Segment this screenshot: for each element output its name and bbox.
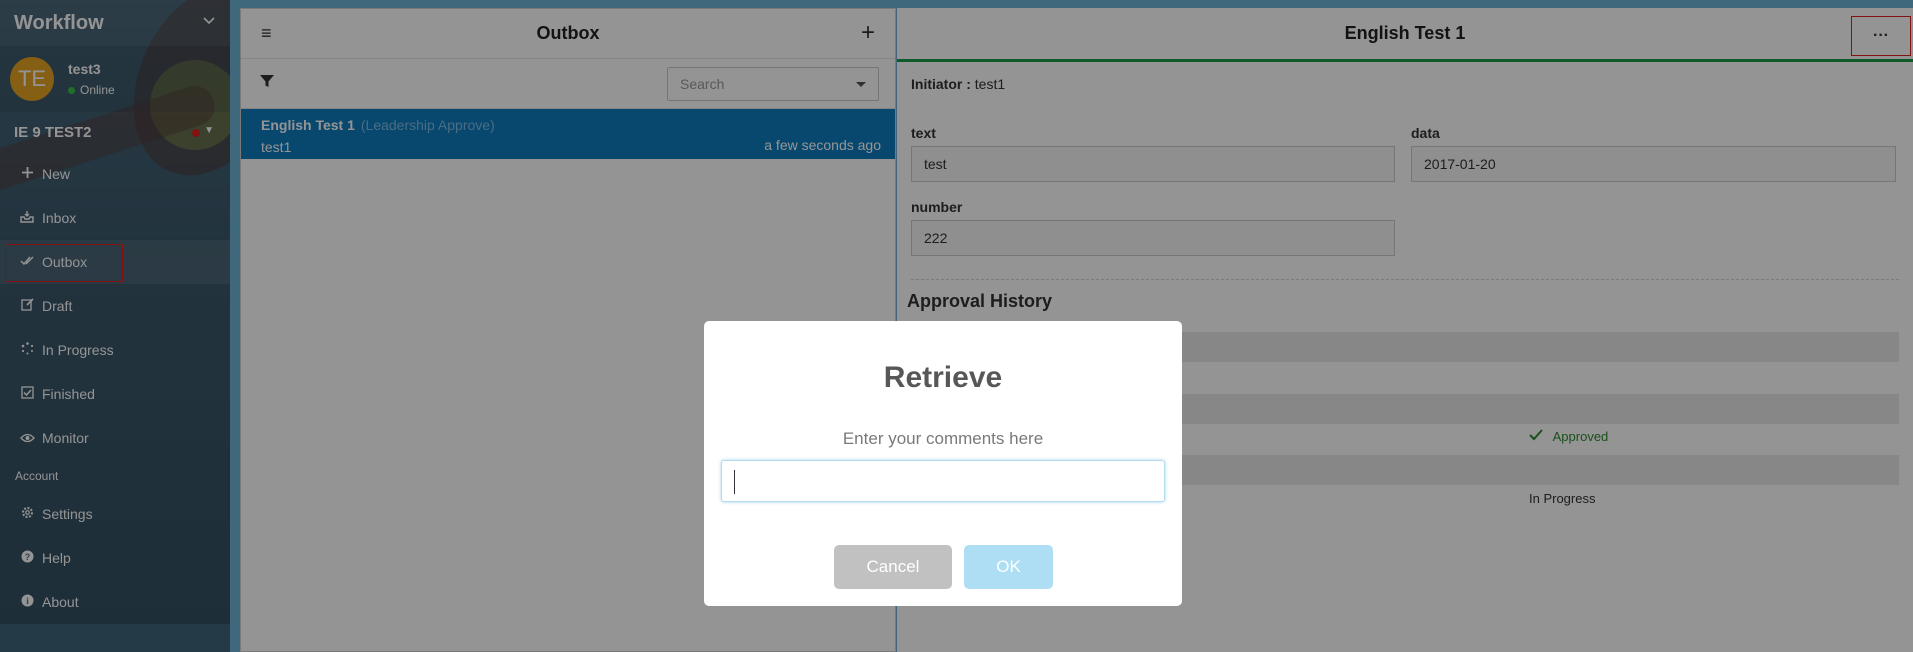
dialog-message: Enter your comments here — [842, 429, 1044, 448]
cancel-button[interactable]: Cancel — [834, 545, 952, 589]
comment-input[interactable] — [721, 460, 1165, 502]
text-cursor — [734, 470, 735, 494]
dialog-title: Retrieve — [883, 361, 1003, 394]
ok-button[interactable]: OK — [964, 545, 1053, 589]
retrieve-dialog: Retrieve Enter your comments here Cancel… — [704, 321, 1182, 606]
